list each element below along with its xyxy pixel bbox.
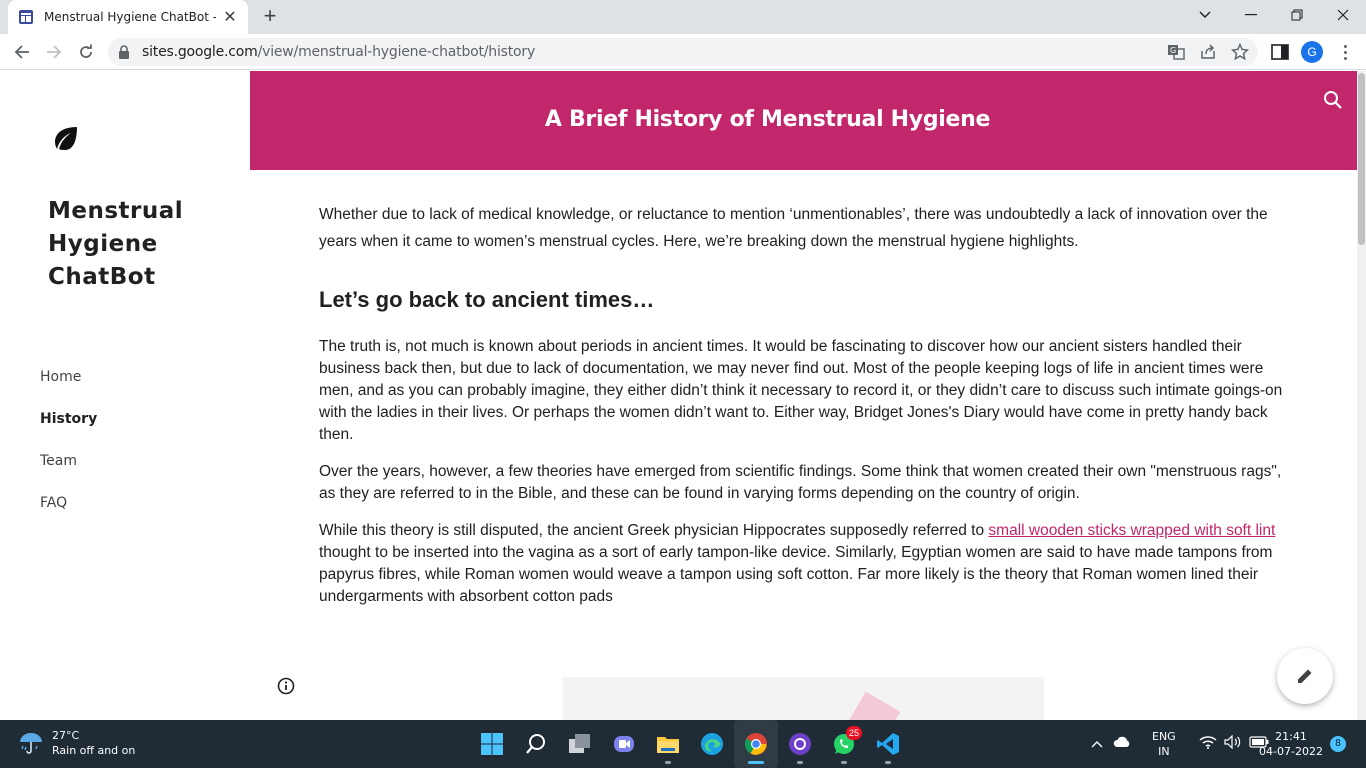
close-icon[interactable]: ✕ <box>222 7 238 27</box>
side-panel-icon[interactable] <box>1270 42 1290 62</box>
forward-arrow-icon[interactable] <box>42 40 66 64</box>
nav-item-faq[interactable]: FAQ <box>40 493 97 535</box>
start-button[interactable] <box>470 720 514 768</box>
whatsapp-app[interactable]: 25 <box>822 720 866 768</box>
nav-item-history[interactable]: History <box>40 409 97 451</box>
umbrella-rain-icon <box>20 733 42 754</box>
vscode-icon <box>877 733 899 755</box>
pinned-apps: 25 <box>470 720 910 768</box>
taskbar-search-icon <box>526 734 545 754</box>
paragraph-theories: Over the years, however, a few theories … <box>319 463 1282 502</box>
share-icon[interactable] <box>1199 43 1217 61</box>
task-view-button[interactable] <box>558 720 602 768</box>
browser-toolbar: sites.google.com/view/menstrual-hygiene-… <box>0 34 1366 70</box>
browser-tab[interactable]: Menstrual Hygiene ChatBot - History ✕ <box>8 0 248 34</box>
tab-search-chevron-icon[interactable] <box>1182 0 1228 30</box>
wooden-sticks-link[interactable]: small wooden sticks wrapped with soft li… <box>988 522 1275 539</box>
search-icon[interactable] <box>1322 89 1344 111</box>
back-arrow-icon[interactable] <box>10 40 34 64</box>
windows-taskbar: 27°C Rain off and on 25 ENG IN 21:41 04-… <box>0 720 1366 768</box>
weather-text: 27°C Rain off and on <box>52 729 136 757</box>
site-title[interactable]: Menstrual Hygiene ChatBot <box>48 195 238 294</box>
file-explorer-app[interactable] <box>646 720 690 768</box>
info-icon[interactable] <box>277 677 295 695</box>
windows-start-icon <box>481 733 503 755</box>
star-icon[interactable] <box>1231 43 1249 61</box>
profile-avatar[interactable]: G <box>1301 41 1323 63</box>
url-text: sites.google.com/view/menstrual-hygiene-… <box>142 44 536 60</box>
file-explorer-icon <box>657 737 679 753</box>
site-navigation: Home History Team FAQ <box>40 367 97 535</box>
kebab-menu-icon[interactable] <box>1336 41 1354 63</box>
chrome-app[interactable] <box>734 720 778 768</box>
paragraph-hippocrates: While this theory is still disputed, the… <box>319 522 1276 605</box>
chevron-up-icon[interactable] <box>1091 737 1103 752</box>
browser-tab-strip: Menstrual Hygiene ChatBot - History ✕ + <box>0 0 1366 34</box>
task-view-icon <box>569 734 590 753</box>
minimize-button[interactable] <box>1228 0 1274 30</box>
translate-icon[interactable]: G <box>1167 43 1185 61</box>
intro-paragraph: Whether due to lack of medical knowledge… <box>319 206 1268 250</box>
volume-icon[interactable] <box>1224 734 1242 753</box>
lock-icon[interactable] <box>118 45 130 59</box>
taskbar-clock[interactable]: 21:41 04-07-2022 <box>1256 729 1326 759</box>
github-desktop-icon <box>789 733 811 755</box>
window-controls <box>1182 0 1366 34</box>
site-sidebar: Menstrual Hygiene ChatBot Home History T… <box>0 71 250 720</box>
address-bar[interactable]: sites.google.com/view/menstrual-hygiene-… <box>108 38 1258 66</box>
article-body: Whether due to lack of medical knowledge… <box>319 201 1294 608</box>
pencil-icon <box>1298 669 1312 683</box>
article-image <box>563 677 1044 720</box>
edge-app[interactable] <box>690 720 734 768</box>
notification-count-badge[interactable]: 8 <box>1330 736 1346 752</box>
scrollbar-thumb[interactable] <box>1358 73 1365 245</box>
onedrive-icon[interactable] <box>1113 736 1131 752</box>
page-scrollbar[interactable] <box>1357 71 1366 720</box>
vscode-app[interactable] <box>866 720 910 768</box>
wifi-icon[interactable] <box>1199 735 1217 753</box>
nav-item-home[interactable]: Home <box>40 367 97 409</box>
site-page: Menstrual Hygiene ChatBot Home History T… <box>0 71 1366 720</box>
window-close-button[interactable] <box>1320 0 1366 30</box>
svg-text:G: G <box>1170 46 1176 55</box>
nav-item-team[interactable]: Team <box>40 451 97 493</box>
taskbar-search-button[interactable] <box>514 720 558 768</box>
edge-icon <box>701 733 723 755</box>
reload-icon[interactable] <box>74 40 98 64</box>
page-title: A Brief History of Menstrual Hygiene <box>544 107 991 132</box>
language-indicator[interactable]: ENG IN <box>1152 729 1176 759</box>
system-tray: ENG IN <box>1086 720 1274 768</box>
chrome-icon <box>745 733 767 755</box>
section-heading: Let’s go back to ancient times… <box>319 287 655 312</box>
header-banner: A Brief History of Menstrual Hygiene <box>250 71 1357 170</box>
paragraph-ancient-times: The truth is, not much is known about pe… <box>319 338 1283 443</box>
teams-app[interactable] <box>602 720 646 768</box>
leaf-icon[interactable] <box>53 125 79 151</box>
teams-icon <box>614 736 634 752</box>
github-desktop-app[interactable] <box>778 720 822 768</box>
edit-button[interactable] <box>1277 648 1333 704</box>
whatsapp-unread-badge: 25 <box>846 726 862 740</box>
restore-button[interactable] <box>1274 0 1320 30</box>
google-sites-icon <box>19 10 33 24</box>
plus-icon[interactable]: + <box>258 5 282 29</box>
weather-widget[interactable]: 27°C Rain off and on <box>18 728 135 758</box>
tab-title: Menstrual Hygiene ChatBot - History <box>44 10 216 24</box>
